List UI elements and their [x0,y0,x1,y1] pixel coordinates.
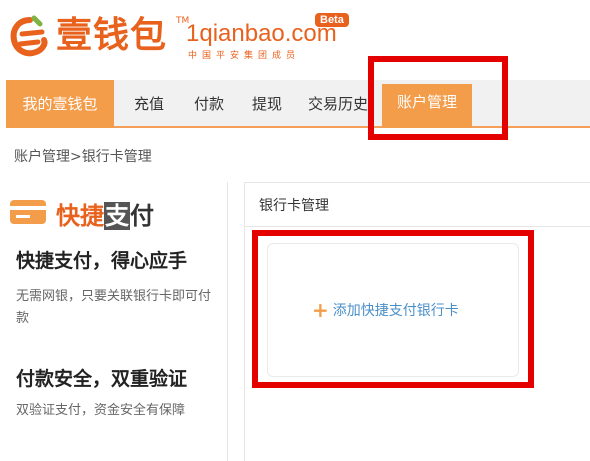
beta-badge: Beta [315,13,349,27]
panel-header: 银行卡管理 [245,183,590,227]
quick-pay-title-part2: 支 [104,202,130,230]
brand-name: 壹钱包 [56,15,168,56]
quick-pay-title: 快捷支付 [56,196,154,231]
breadcrumb: 账户管理>银行卡管理 [14,149,152,165]
quick-pay-title-part1: 快捷 [56,202,104,230]
highlight-box-add-card [252,230,534,388]
site-logo[interactable]: 壹钱包 TM 1qianbao.com Beta 中国平安集团成员 [6,8,386,64]
brand-tagline: 中国平安集团成员 [188,51,301,61]
feature-desc-convenience: 无需网银，只要关联银行卡即可付款 [16,289,212,326]
nav-payment[interactable]: 付款 [184,80,234,128]
panel-title: 银行卡管理 [259,198,329,214]
feature-title-security: 付款安全，双重验证 [16,368,188,390]
brand-mark-icon [10,15,48,57]
nav-withdraw[interactable]: 提现 [242,80,292,128]
nav-recharge[interactable]: 充值 [124,80,174,128]
highlight-box-nav [368,56,508,140]
bank-card-icon [10,200,46,224]
brand-domain: 1qianbao.com [186,20,337,47]
quick-pay-info-panel: 快捷支付 快捷支付，得心应手 无需网银，只要关联银行卡即可付款 付款安全，双重验… [0,182,228,461]
nav-my-wallet[interactable]: 我的壹钱包 [6,80,114,128]
feature-title-convenience: 快捷支付，得心应手 [16,250,188,272]
quick-pay-title-part3: 付 [130,202,154,230]
nav-transaction-history[interactable]: 交易历史 [302,80,374,128]
feature-desc-security: 双验证支付，资金安全有保障 [16,403,186,418]
